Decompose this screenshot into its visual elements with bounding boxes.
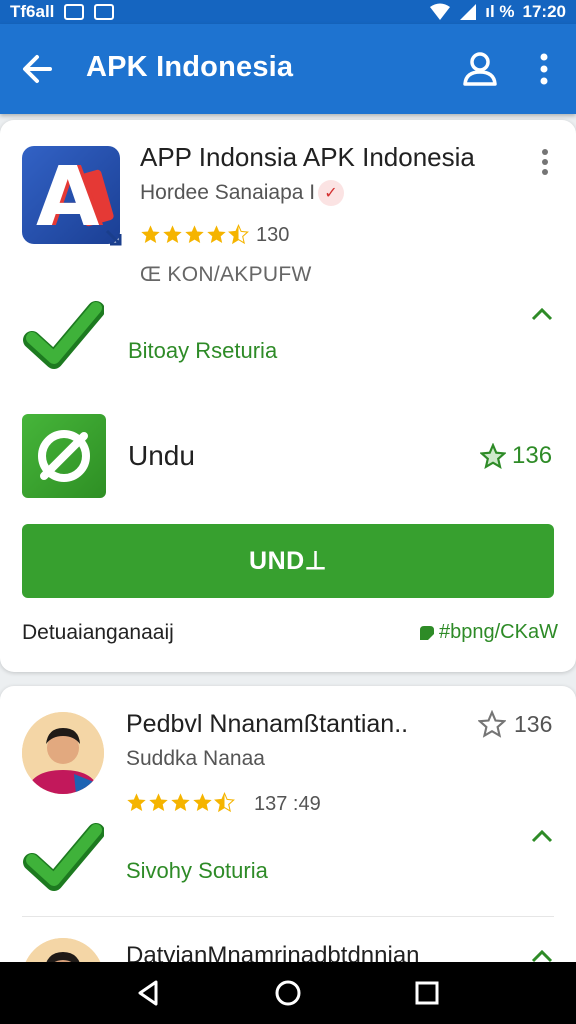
- app-title[interactable]: APP Indonsia APK Indonesia: [140, 142, 475, 173]
- star-full-icon: [163, 225, 182, 243]
- star-full-icon: [193, 793, 212, 811]
- carrier-text: Tf6all: [10, 2, 55, 21]
- status-left: Tf6all: [10, 2, 115, 22]
- star-full-icon: [185, 225, 204, 243]
- publisher-title[interactable]: Pedbvl Nnanamßtantian..: [126, 710, 408, 739]
- star-outline-icon: [480, 443, 506, 469]
- system-nav-bar: [0, 962, 576, 1024]
- notification-icon: [64, 4, 85, 20]
- app-bar-title: APK Indonesia: [86, 51, 294, 83]
- star-half-icon: [214, 792, 235, 813]
- rating-count: 130: [256, 224, 290, 246]
- tag-link[interactable]: #bpng/CKaW: [418, 621, 558, 644]
- card-more-icon[interactable]: [536, 148, 554, 176]
- rating-count-2: 137 :49: [254, 793, 321, 815]
- chevron-up-icon[interactable]: [530, 306, 554, 322]
- app-logo-letter: A: [36, 150, 100, 244]
- developer-name[interactable]: Hordee Sanaiapa I: [140, 181, 315, 205]
- star-full-icon: [141, 225, 160, 243]
- no-sign-icon: [38, 430, 90, 482]
- tag-icon: [420, 625, 434, 640]
- corner-arrow-icon: [105, 229, 122, 246]
- nav-home-icon[interactable]: [273, 978, 303, 1008]
- status-link-2[interactable]: Sivohy Soturia: [126, 858, 268, 884]
- signal-icon: [460, 4, 477, 20]
- avatar[interactable]: [22, 712, 104, 794]
- chevron-up-icon[interactable]: [530, 828, 554, 844]
- verified-badge-icon: ✓: [318, 180, 344, 206]
- divider: [22, 916, 554, 917]
- package-name: Œ KON/AKPUFW: [140, 263, 312, 286]
- favorite-count-value: 136: [512, 442, 553, 469]
- status-bar: Tf6all ıl % 17:20: [0, 0, 576, 24]
- check-icon: [23, 823, 104, 891]
- description-text: Detuaianganaaij: [22, 621, 174, 644]
- status-link[interactable]: Bitoay Rseturia: [128, 338, 277, 364]
- favorite-count[interactable]: 136: [480, 442, 552, 470]
- app-bar: APK Indonesia: [0, 24, 576, 114]
- star-outline-icon: [478, 710, 506, 738]
- check-icon: [23, 301, 104, 369]
- star-half-icon: [228, 224, 249, 245]
- star-full-icon: [149, 793, 168, 811]
- star-full-icon: [171, 793, 190, 811]
- install-button[interactable]: UND⊥: [22, 524, 554, 598]
- signal-text: ıl %: [485, 2, 515, 21]
- star-full-icon: [207, 225, 226, 243]
- star-full-icon: [127, 793, 146, 811]
- publisher-subtitle: Suddka Nanaa: [126, 747, 265, 770]
- wifi-icon: [430, 3, 451, 20]
- person-icon[interactable]: [462, 51, 498, 87]
- rating-stars: [140, 224, 249, 245]
- download-app-icon[interactable]: [22, 414, 106, 498]
- more-vert-icon[interactable]: [532, 52, 556, 86]
- tag-link-text: #bpng/CKaW: [439, 621, 558, 643]
- nav-recents-icon[interactable]: [412, 978, 442, 1008]
- download-label: Undu: [128, 440, 195, 471]
- clock: 17:20: [522, 2, 566, 21]
- publisher-star-count[interactable]: 136: [478, 710, 552, 738]
- status-right: ıl % 17:20: [429, 2, 566, 22]
- person-photo-icon: [22, 712, 104, 794]
- notification-icon-2: [94, 4, 115, 20]
- rating-stars-2: [126, 792, 235, 813]
- nav-back-icon[interactable]: [134, 978, 164, 1008]
- arrow-left-icon[interactable]: [20, 52, 56, 86]
- publisher-star-value: 136: [514, 710, 553, 737]
